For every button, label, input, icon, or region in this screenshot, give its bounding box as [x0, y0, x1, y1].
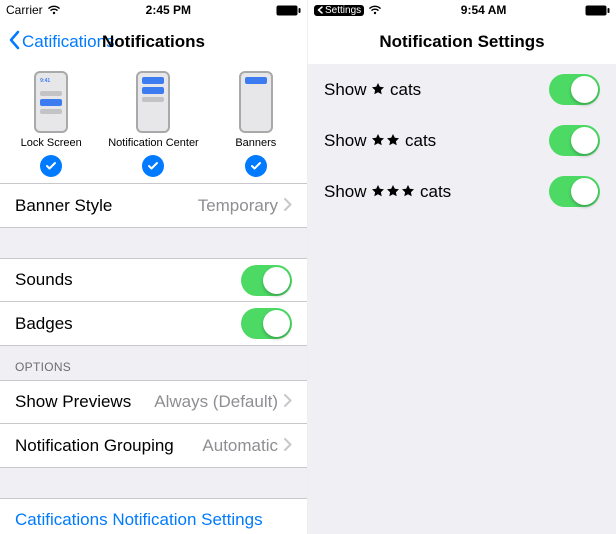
breadcrumb-back-label: Settings: [325, 5, 361, 16]
lock-screen-preview-icon: 9:41: [34, 71, 68, 133]
show-previews-value: Always (Default): [154, 392, 278, 412]
sounds-label: Sounds: [15, 270, 241, 290]
banner-style-value: Temporary: [198, 196, 278, 216]
alert-banner-label: Banners: [235, 137, 276, 149]
badges-row: Badges: [0, 302, 307, 346]
phone-app-settings: Settings 9:54 AM Notification Settings S…: [308, 0, 616, 534]
banner-style-label: Banner Style: [15, 196, 198, 216]
grouping-label: Notification Grouping: [15, 436, 202, 456]
app-settings-label: Catifications Notification Settings: [15, 510, 292, 530]
alert-types-row: 9:41 Lock Screen Notification Center: [0, 64, 307, 184]
badges-label: Badges: [15, 314, 241, 334]
app-settings-link[interactable]: Catifications Notification Settings: [0, 498, 307, 534]
status-bar: Settings 9:54 AM: [308, 0, 616, 20]
notification-grouping-row[interactable]: Notification Grouping Automatic: [0, 424, 307, 468]
badges-toggle[interactable]: [241, 308, 292, 339]
checkmark-icon: [40, 155, 62, 177]
alert-lock-screen[interactable]: 9:41 Lock Screen: [0, 64, 102, 183]
banner-preview-icon: [239, 71, 273, 133]
show-previews-label: Show Previews: [15, 392, 154, 412]
clock-label: 2:45 PM: [146, 3, 191, 17]
battery-icon: [585, 5, 610, 16]
checkmark-icon: [142, 155, 164, 177]
phone-system-notifications: Carrier 2:45 PM Catifications Notificati…: [0, 0, 308, 534]
alert-lock-label: Lock Screen: [21, 137, 82, 149]
show-three-star-row: Show cats: [308, 166, 616, 217]
back-label: Catifications: [22, 32, 115, 52]
show-three-star-label: Show cats: [324, 182, 451, 202]
show-two-star-label: Show cats: [324, 131, 436, 151]
sounds-toggle[interactable]: [241, 265, 292, 296]
star-icon: [371, 82, 385, 96]
alert-banners[interactable]: Banners: [205, 64, 307, 183]
battery-icon: [276, 5, 301, 16]
notification-center-preview-icon: [136, 71, 170, 133]
chevron-right-icon: [284, 196, 292, 216]
three-star-toggle[interactable]: [549, 176, 600, 207]
status-bar: Carrier 2:45 PM: [0, 0, 307, 20]
grouping-value: Automatic: [202, 436, 278, 456]
alert-center-label: Notification Center: [108, 137, 199, 149]
two-star-toggle[interactable]: [549, 125, 600, 156]
nav-bar: Catifications Notifications: [0, 20, 307, 64]
sounds-row: Sounds: [0, 258, 307, 302]
chevron-right-icon: [284, 436, 292, 456]
wifi-icon: [368, 5, 382, 15]
alert-notification-center[interactable]: Notification Center: [102, 64, 204, 183]
clock-label: 9:54 AM: [461, 3, 507, 17]
banner-style-row[interactable]: Banner Style Temporary: [0, 184, 307, 228]
chevron-left-icon: [8, 30, 20, 55]
options-header: OPTIONS: [0, 346, 307, 380]
chevron-right-icon: [284, 392, 292, 412]
page-title: Notification Settings: [308, 32, 616, 52]
nav-bar: Notification Settings: [308, 20, 616, 64]
settings-scroll[interactable]: 9:41 Lock Screen Notification Center: [0, 64, 307, 534]
show-one-star-row: Show cats: [308, 64, 616, 115]
star-icon: [371, 133, 400, 147]
one-star-toggle[interactable]: [549, 74, 600, 105]
star-icon: [371, 184, 415, 198]
app-settings-scroll[interactable]: Show cats Show cats: [308, 64, 616, 534]
wifi-icon: [47, 5, 61, 15]
show-previews-row[interactable]: Show Previews Always (Default): [0, 380, 307, 424]
back-button[interactable]: Catifications: [8, 30, 115, 55]
show-one-star-label: Show cats: [324, 80, 421, 100]
checkmark-icon: [245, 155, 267, 177]
show-two-star-row: Show cats: [308, 115, 616, 166]
carrier-label: Carrier: [6, 3, 43, 17]
breadcrumb-back-icon[interactable]: Settings: [314, 5, 364, 16]
